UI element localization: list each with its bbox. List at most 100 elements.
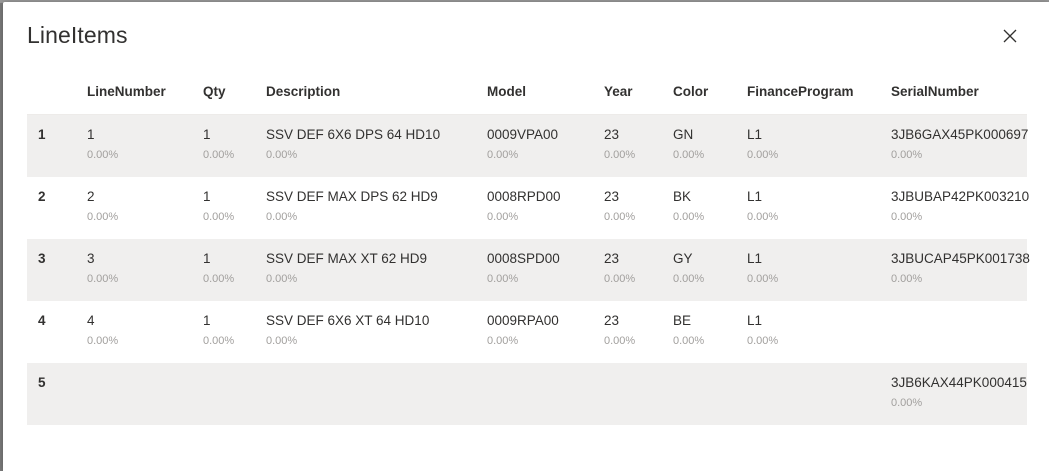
cell-value: 2 (87, 189, 95, 204)
cell-description: SSV DEF 6X6 XT 64 HD10 0.00% (266, 312, 429, 348)
table-row[interactable]: 2 2 0.00% 1 0.00% SSV DEF MAX DPS 62 HD9 0.00%… (27, 177, 1029, 239)
cell-linenumber: 3 0.00% (87, 250, 118, 286)
cell-percentage: 0.00% (891, 397, 923, 409)
column-header-serialnumber[interactable]: SerialNumber (891, 84, 979, 99)
cell-year: 23 0.00% (604, 126, 635, 162)
cell-value: SSV DEF MAX XT 62 HD9 (266, 251, 428, 266)
cell-value: 23 (604, 127, 620, 142)
cell-qty: 1 0.00% (203, 312, 234, 348)
cell-percentage: 0.00% (891, 149, 923, 161)
cell-linenumber: 4 0.00% (87, 312, 118, 348)
cell-model: 0009VPA00 0.00% (487, 126, 558, 162)
cell-year: 23 0.00% (604, 188, 635, 224)
line-items-table: LineNumber Qty Description Model Year Co… (27, 76, 1030, 425)
cell-linenumber: 1 0.00% (87, 126, 118, 162)
cell-serialnumber: 3JBUCAP45PK001738 0.00% (891, 250, 1030, 286)
cell-percentage: 0.00% (87, 211, 119, 223)
cell-value: 0008RPD00 (487, 189, 561, 204)
close-icon (1003, 29, 1017, 43)
cell-description: SSV DEF 6X6 DPS 64 HD10 0.00% (266, 126, 440, 162)
cell-value: GY (673, 251, 693, 266)
column-header-financeprogram[interactable]: FinanceProgram (747, 84, 854, 99)
row-number: 1 (38, 127, 46, 142)
cell-value: L1 (747, 127, 763, 142)
cell-percentage: 0.00% (604, 273, 636, 285)
cell-percentage: 0.00% (673, 149, 705, 161)
cell-value: 4 (87, 313, 95, 328)
cell-percentage: 0.00% (87, 335, 119, 347)
column-header-description[interactable]: Description (266, 84, 340, 99)
cell-year: 23 0.00% (604, 250, 635, 286)
cell-value: 23 (604, 313, 620, 328)
row-number: 3 (38, 251, 46, 266)
cell-percentage: 0.00% (673, 273, 705, 285)
cell-value: 3JBUBAP42PK003210 (891, 189, 1030, 204)
cell-percentage: 0.00% (203, 211, 235, 223)
cell-value: 3JBUCAP45PK001738 (891, 251, 1030, 266)
cell-value: 0008SPD00 (487, 251, 560, 266)
table-row[interactable]: 4 4 0.00% 1 0.00% SSV DEF 6X6 XT 64 HD10 0.00%… (27, 301, 1027, 363)
cell-value: SSV DEF 6X6 XT 64 HD10 (266, 313, 430, 328)
cell-value: 1 (203, 251, 211, 266)
column-header-qty[interactable]: Qty (203, 84, 226, 99)
cell-percentage: 0.00% (487, 335, 519, 347)
cell-financeprogram: L1 0.00% (747, 250, 778, 286)
cell-financeprogram: L1 0.00% (747, 188, 778, 224)
cell-value: GN (673, 127, 694, 142)
cell-financeprogram: L1 0.00% (747, 126, 778, 162)
cell-percentage: 0.00% (604, 211, 636, 223)
cell-value: 1 (87, 127, 95, 142)
cell-value: 3 (87, 251, 95, 266)
cell-qty: 1 0.00% (203, 250, 234, 286)
cell-percentage: 0.00% (266, 149, 298, 161)
column-header-color[interactable]: Color (673, 84, 708, 99)
table-row[interactable]: 1 1 0.00% 1 0.00% SSV DEF 6X6 DPS 64 HD10 0.00… (27, 115, 1028, 177)
column-header-model[interactable]: Model (487, 84, 526, 99)
column-header-linenumber[interactable]: LineNumber (87, 84, 166, 99)
cell-description: SSV DEF MAX XT 62 HD9 0.00% (266, 250, 427, 286)
row-number: 2 (38, 189, 46, 204)
cell-financeprogram: L1 0.00% (747, 312, 778, 348)
cell-value: L1 (747, 189, 763, 204)
cell-serialnumber: 3JB6GAX45PK000697 0.00% (891, 126, 1028, 162)
cell-percentage: 0.00% (673, 211, 705, 223)
cell-serialnumber: 3JBUBAP42PK003210 0.00% (891, 188, 1029, 224)
cell-percentage: 0.00% (203, 335, 235, 347)
line-items-dialog: LineItems LineNumber Qty Description Mod… (3, 2, 1049, 471)
cell-color: BE 0.00% (673, 312, 704, 348)
table-row[interactable]: 5 3JB6KAX44PK000415 0.00% (27, 363, 1027, 425)
cell-percentage: 0.00% (747, 335, 779, 347)
cell-model: 0008SPD00 0.00% (487, 250, 560, 286)
cell-percentage: 0.00% (203, 149, 235, 161)
cell-year: 23 0.00% (604, 312, 635, 348)
cell-percentage: 0.00% (891, 211, 923, 223)
cell-value: SSV DEF 6X6 DPS 64 HD10 (266, 127, 441, 142)
table-header: LineNumber Qty Description Model Year Co… (27, 76, 1027, 115)
cell-value: SSV DEF MAX DPS 62 HD9 (266, 189, 438, 204)
cell-description: SSV DEF MAX DPS 62 HD9 0.00% (266, 188, 438, 224)
row-number: 4 (38, 313, 46, 328)
cell-value: 3JB6KAX44PK000415 (891, 375, 1027, 390)
cell-value: 23 (604, 251, 620, 266)
cell-value: 1 (203, 127, 211, 142)
cell-value: 1 (203, 189, 211, 204)
dialog-title: LineItems (27, 22, 128, 48)
cell-model: 0009RPA00 0.00% (487, 312, 559, 348)
cell-percentage: 0.00% (487, 211, 519, 223)
cell-value: 3JB6GAX45PK000697 (891, 127, 1029, 142)
cell-percentage: 0.00% (487, 273, 519, 285)
cell-serialnumber: 3JB6KAX44PK000415 0.00% (891, 374, 1027, 410)
cell-percentage: 0.00% (487, 149, 519, 161)
column-header-year[interactable]: Year (604, 84, 633, 99)
cell-value: 23 (604, 189, 620, 204)
cell-percentage: 0.00% (747, 149, 779, 161)
cell-value: L1 (747, 251, 763, 266)
cell-color: GN 0.00% (673, 126, 704, 162)
cell-value: 1 (203, 313, 211, 328)
table-row[interactable]: 3 3 0.00% 1 0.00% SSV DEF MAX XT 62 HD9 0.00% 0… (27, 239, 1030, 301)
cell-value: BK (673, 189, 692, 204)
cell-percentage: 0.00% (673, 335, 705, 347)
cell-value: L1 (747, 313, 763, 328)
cell-percentage: 0.00% (266, 273, 298, 285)
close-button[interactable] (999, 25, 1021, 47)
